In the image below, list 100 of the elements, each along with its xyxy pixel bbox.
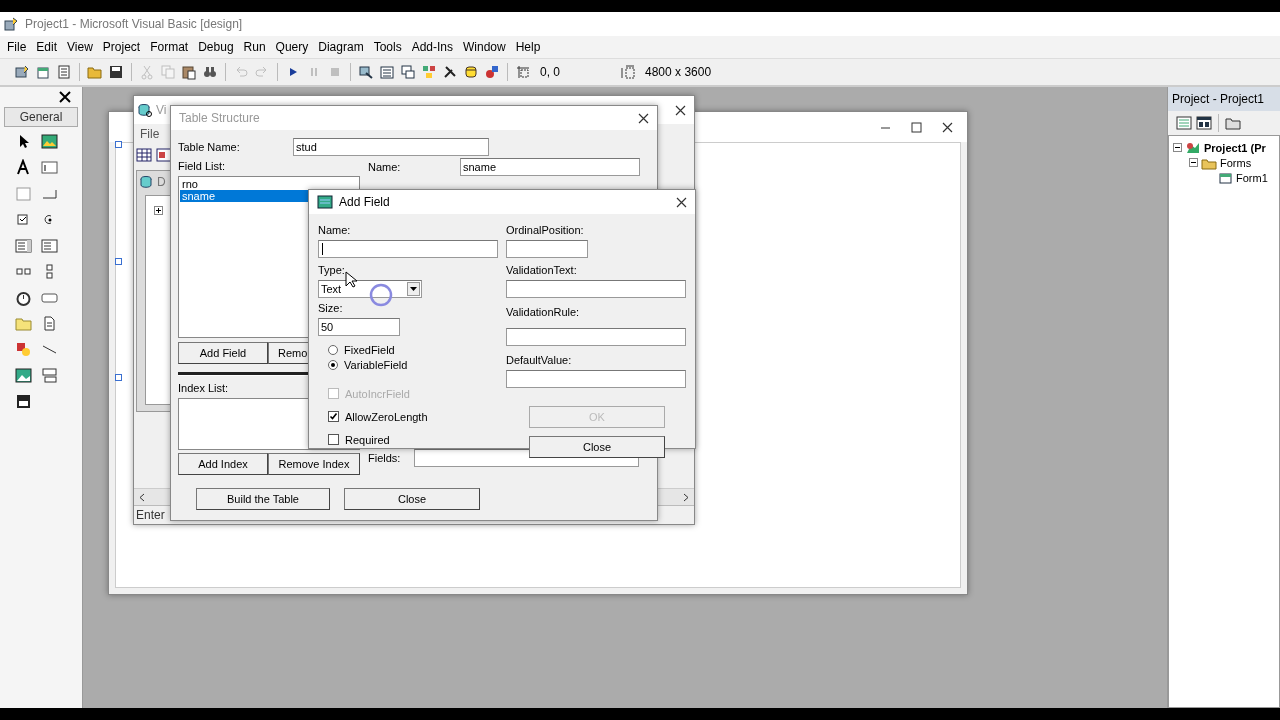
menu-item[interactable]: Tools: [368, 38, 407, 56]
list-box-tool-icon[interactable]: [41, 237, 58, 254]
shapes-icon[interactable]: [484, 64, 500, 80]
checkbox[interactable]: [328, 411, 339, 422]
type-dropdown[interactable]: Text: [318, 280, 422, 298]
view-object-icon[interactable]: [1196, 115, 1212, 131]
size-field[interactable]: 50: [318, 318, 400, 336]
validation-text-field[interactable]: [506, 280, 686, 298]
size-readout: 4800 x 3600: [645, 65, 712, 79]
menu-item[interactable]: Debug: [193, 38, 239, 56]
tools-icon[interactable]: [442, 64, 458, 80]
data-control-icon[interactable]: [41, 367, 58, 384]
form-layout-icon[interactable]: [400, 64, 416, 80]
open-folder-icon[interactable]: [87, 64, 103, 80]
add-form-icon[interactable]: [35, 64, 51, 80]
list-item[interactable]: rno: [180, 178, 358, 190]
image-tool-icon[interactable]: [15, 367, 32, 384]
build-table-button[interactable]: Build the Table: [196, 488, 330, 510]
ole-tool-icon[interactable]: [15, 393, 32, 410]
save-icon[interactable]: [108, 64, 124, 80]
radio-button[interactable]: [328, 359, 338, 370]
menu-item[interactable]: File: [2, 38, 32, 56]
tree-item[interactable]: Project1 (Pr: [1204, 141, 1266, 154]
field-label: Index List:: [178, 382, 229, 396]
selection-handle[interactable]: [115, 141, 122, 148]
menu-item[interactable]: Run: [238, 38, 271, 56]
remove-index-button[interactable]: Remove Index: [268, 453, 360, 475]
binoculars-icon[interactable]: [202, 64, 218, 80]
menu-item[interactable]: Help: [510, 38, 546, 56]
folder-icon[interactable]: [1225, 115, 1241, 131]
default-value-field[interactable]: [506, 370, 686, 388]
window-title: D: [157, 175, 166, 189]
menu-item[interactable]: Edit: [31, 38, 63, 56]
menu-item[interactable]: File: [140, 127, 160, 141]
checkbox-label: Required: [345, 433, 390, 446]
checkbox-label: AutoIncrField: [345, 387, 410, 400]
menu-item[interactable]: Add-Ins: [406, 38, 458, 56]
position-icon: [515, 64, 531, 80]
selection-handle[interactable]: [115, 374, 122, 381]
caret-icon[interactable]: [407, 282, 420, 296]
field-label: ValidationText:: [506, 264, 577, 278]
form-icon[interactable]: [156, 147, 172, 163]
close-icon[interactable]: [58, 90, 72, 104]
radio-label: VariableField: [344, 358, 408, 371]
toolbox-tab[interactable]: General: [4, 107, 78, 127]
menu-item[interactable]: View: [62, 38, 98, 56]
paste-icon[interactable]: [181, 64, 197, 80]
menu-editor-icon[interactable]: [56, 64, 72, 80]
expand-icon[interactable]: [154, 206, 163, 215]
add-field-button[interactable]: Add Field: [178, 342, 268, 364]
close-button[interactable]: Close: [344, 488, 480, 510]
menu-item[interactable]: Query: [270, 38, 314, 56]
tree-item[interactable]: Forms: [1220, 156, 1252, 169]
menu-item[interactable]: Format: [145, 38, 194, 56]
database-icon[interactable]: [463, 64, 479, 80]
position-readout: 0, 0: [540, 65, 560, 79]
close-icon[interactable]: [675, 104, 686, 116]
close-icon[interactable]: [676, 196, 687, 208]
window-title: Vi: [156, 103, 167, 117]
scroll-left-icon[interactable]: [138, 492, 147, 502]
checkbox[interactable]: [328, 434, 339, 445]
shape-tool-icon[interactable]: [15, 341, 32, 358]
tree-item[interactable]: Form1: [1236, 171, 1268, 184]
selection-handle[interactable]: [115, 258, 122, 265]
name-field[interactable]: sname: [460, 158, 640, 176]
maximize-icon[interactable]: [911, 121, 922, 133]
menu-item[interactable]: Project: [97, 38, 146, 56]
file-icon[interactable]: [41, 315, 58, 332]
field-label: Fields:: [368, 452, 402, 464]
field-label: Name:: [318, 224, 351, 238]
status-text: Enter: [136, 508, 165, 522]
field-label: Size:: [318, 302, 343, 316]
close-icon[interactable]: [942, 121, 953, 133]
radio-button[interactable]: [328, 344, 338, 355]
close-button[interactable]: Close: [529, 436, 665, 458]
textbox-tool-icon[interactable]: [41, 159, 58, 176]
ordinal-position-field[interactable]: [506, 240, 588, 258]
menu-item[interactable]: Diagram: [313, 38, 369, 56]
add-project-icon[interactable]: [14, 64, 30, 80]
scroll-right-icon[interactable]: [681, 492, 690, 502]
field-label: DefaultValue:: [506, 354, 572, 368]
properties-icon[interactable]: [379, 64, 395, 80]
stopwatch-icon[interactable]: [15, 289, 32, 306]
picture-box-icon[interactable]: [41, 133, 58, 150]
object-browser-icon[interactable]: [421, 64, 437, 80]
text-cursor: [322, 243, 323, 255]
table-icon[interactable]: [136, 147, 152, 163]
field-label: Table Name:: [178, 141, 241, 153]
add-index-button[interactable]: Add Index: [178, 453, 268, 475]
field-label: Field List:: [178, 160, 226, 174]
collapse-icon[interactable]: [1189, 158, 1198, 167]
name-field[interactable]: [318, 240, 498, 258]
label-tool-icon[interactable]: [15, 159, 32, 176]
combo-box-tool-icon[interactable]: [15, 237, 32, 254]
database-icon: [139, 174, 155, 190]
collapse-icon[interactable]: [1173, 143, 1182, 152]
table-name-field[interactable]: stud: [293, 138, 489, 156]
menu-item[interactable]: Window: [458, 38, 511, 56]
mouse-pointer-icon: [345, 271, 357, 288]
validation-rule-field[interactable]: [506, 328, 686, 346]
